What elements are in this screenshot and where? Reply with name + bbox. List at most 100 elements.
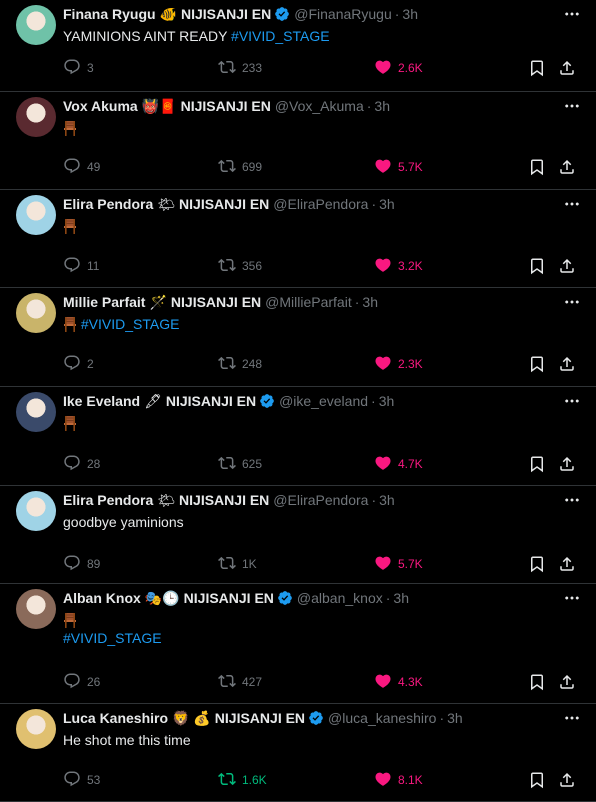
retweet-button[interactable]: 699 — [218, 157, 262, 177]
share-icon[interactable] — [558, 672, 582, 692]
retweet-button[interactable]: 1K — [218, 554, 257, 574]
timestamp[interactable]: 3h — [447, 710, 463, 726]
tweet-header: Elira Pendora 🌤 NIJISANJI EN @EliraPendora ·… — [63, 491, 556, 509]
tweet-actions: 89 1K 5.7K — [63, 554, 582, 574]
reply-button[interactable]: 11 — [63, 256, 99, 276]
reply-button[interactable]: 2 — [63, 354, 94, 374]
like-button[interactable]: 3.2K — [374, 256, 423, 276]
avatar[interactable] — [16, 491, 56, 531]
bookmark-icon[interactable] — [528, 554, 552, 574]
more-icon[interactable] — [560, 194, 584, 214]
avatar[interactable] — [16, 293, 56, 333]
tweet[interactable]: Alban Knox 🎭🕒 NIJISANJI EN @alban_knox · 3h #V… — [0, 584, 596, 704]
tweet[interactable]: Vox Akuma 👹🧧 NIJISANJI EN @Vox_Akuma · 3h 49 69… — [0, 92, 596, 190]
retweet-button[interactable]: 427 — [218, 672, 262, 692]
share-icon[interactable] — [558, 554, 582, 574]
user-handle[interactable]: @ike_eveland — [279, 393, 368, 409]
more-icon[interactable] — [560, 4, 584, 24]
display-name[interactable]: Elira Pendora — [63, 492, 153, 508]
reply-button[interactable]: 3 — [63, 58, 94, 78]
bookmark-icon[interactable] — [528, 770, 552, 790]
like-button[interactable]: 8.1K — [374, 770, 423, 790]
hashtag-link[interactable]: #VIVID_STAGE — [63, 630, 162, 646]
timestamp[interactable]: 3h — [379, 196, 395, 212]
display-name[interactable]: Ike Eveland — [63, 393, 140, 409]
tweet-body-text: YAMINIONS AINT READY — [63, 28, 232, 44]
user-handle[interactable]: @Vox_Akuma — [275, 98, 364, 114]
tweet[interactable]: Millie Parfait 🪄 NIJISANJI EN @MillieParfai… — [0, 288, 596, 387]
tweet[interactable]: Finana Ryugu 🐠 NIJISANJI EN @FinanaRyugu · 3h… — [0, 0, 596, 92]
reply-button[interactable]: 53 — [63, 770, 100, 790]
user-handle[interactable]: @luca_kaneshiro — [328, 710, 436, 726]
avatar[interactable] — [16, 392, 56, 432]
like-button[interactable]: 5.7K — [374, 157, 423, 177]
timestamp[interactable]: 3h — [379, 393, 395, 409]
more-icon[interactable] — [560, 292, 584, 312]
more-icon[interactable] — [560, 391, 584, 411]
tweet-line: He shot me this time — [63, 731, 580, 749]
like-button[interactable]: 4.7K — [374, 454, 423, 474]
like-button[interactable]: 2.6K — [374, 58, 423, 78]
hashtag-link[interactable]: #VIVID_STAGE — [81, 316, 180, 332]
bookmark-icon[interactable] — [528, 256, 552, 276]
avatar[interactable] — [16, 195, 56, 235]
share-icon[interactable] — [558, 354, 582, 374]
verified-badge-icon[interactable] — [274, 6, 290, 22]
tweet[interactable]: Ike Eveland 🖋 NIJISANJI EN @ike_eveland · 3h 2… — [0, 387, 596, 486]
timestamp[interactable]: 3h — [374, 98, 390, 114]
like-button[interactable]: 2.3K — [374, 354, 423, 374]
retweet-button[interactable]: 248 — [218, 354, 262, 374]
avatar[interactable] — [16, 97, 56, 137]
avatar[interactable] — [16, 5, 56, 45]
more-icon[interactable] — [560, 490, 584, 510]
timestamp[interactable]: 3h — [393, 590, 409, 606]
retweet-button[interactable]: 625 — [218, 454, 262, 474]
share-icon[interactable] — [558, 58, 582, 78]
like-button[interactable]: 4.3K — [374, 672, 423, 692]
share-icon[interactable] — [558, 256, 582, 276]
bookmark-icon[interactable] — [528, 672, 552, 692]
reply-button[interactable]: 89 — [63, 554, 100, 574]
user-handle[interactable]: @EliraPendora — [273, 196, 368, 212]
reply-button[interactable]: 26 — [63, 672, 100, 692]
verified-badge-icon[interactable] — [259, 393, 275, 409]
bookmark-icon[interactable] — [528, 354, 552, 374]
user-handle[interactable]: @MillieParfait — [265, 294, 352, 310]
more-icon[interactable] — [560, 708, 584, 728]
tweet[interactable]: Luca Kaneshiro 🦁 💰 NIJISANJI EN @luca_kanes… — [0, 704, 596, 802]
user-handle[interactable]: @FinanaRyugu — [294, 6, 392, 22]
display-name[interactable]: Luca Kaneshiro — [63, 710, 168, 726]
more-icon[interactable] — [560, 96, 584, 116]
tweet[interactable]: Elira Pendora 🌤 NIJISANJI EN @EliraPendora ·… — [0, 486, 596, 584]
verified-badge-icon[interactable] — [277, 590, 293, 606]
display-name[interactable]: Finana Ryugu — [63, 6, 156, 22]
user-handle[interactable]: @EliraPendora — [273, 492, 368, 508]
avatar[interactable] — [16, 589, 56, 629]
like-button[interactable]: 5.7K — [374, 554, 423, 574]
verified-badge-icon[interactable] — [308, 710, 324, 726]
retweet-button[interactable]: 1.6K — [218, 770, 267, 790]
bookmark-icon[interactable] — [528, 454, 552, 474]
display-name[interactable]: Millie Parfait — [63, 294, 145, 310]
display-name[interactable]: Alban Knox — [63, 590, 141, 606]
hashtag-link[interactable]: #VIVID_STAGE — [231, 28, 330, 44]
bookmark-icon[interactable] — [528, 58, 552, 78]
bookmark-icon[interactable] — [528, 157, 552, 177]
share-icon[interactable] — [558, 454, 582, 474]
reply-button[interactable]: 49 — [63, 157, 100, 177]
user-handle[interactable]: @alban_knox — [297, 590, 383, 606]
timestamp[interactable]: 3h — [362, 294, 378, 310]
display-name[interactable]: Elira Pendora — [63, 196, 153, 212]
display-name[interactable]: Vox Akuma — [63, 98, 138, 114]
reply-button[interactable]: 28 — [63, 454, 100, 474]
tweet[interactable]: Elira Pendora 🌤 NIJISANJI EN @EliraPendora ·… — [0, 190, 596, 288]
tweet-line — [63, 611, 580, 629]
share-icon[interactable] — [558, 157, 582, 177]
more-icon[interactable] — [560, 588, 584, 608]
retweet-button[interactable]: 356 — [218, 256, 262, 276]
avatar[interactable] — [16, 709, 56, 749]
retweet-button[interactable]: 233 — [218, 58, 262, 78]
timestamp[interactable]: 3h — [379, 492, 395, 508]
timestamp[interactable]: 3h — [402, 6, 418, 22]
share-icon[interactable] — [558, 770, 582, 790]
